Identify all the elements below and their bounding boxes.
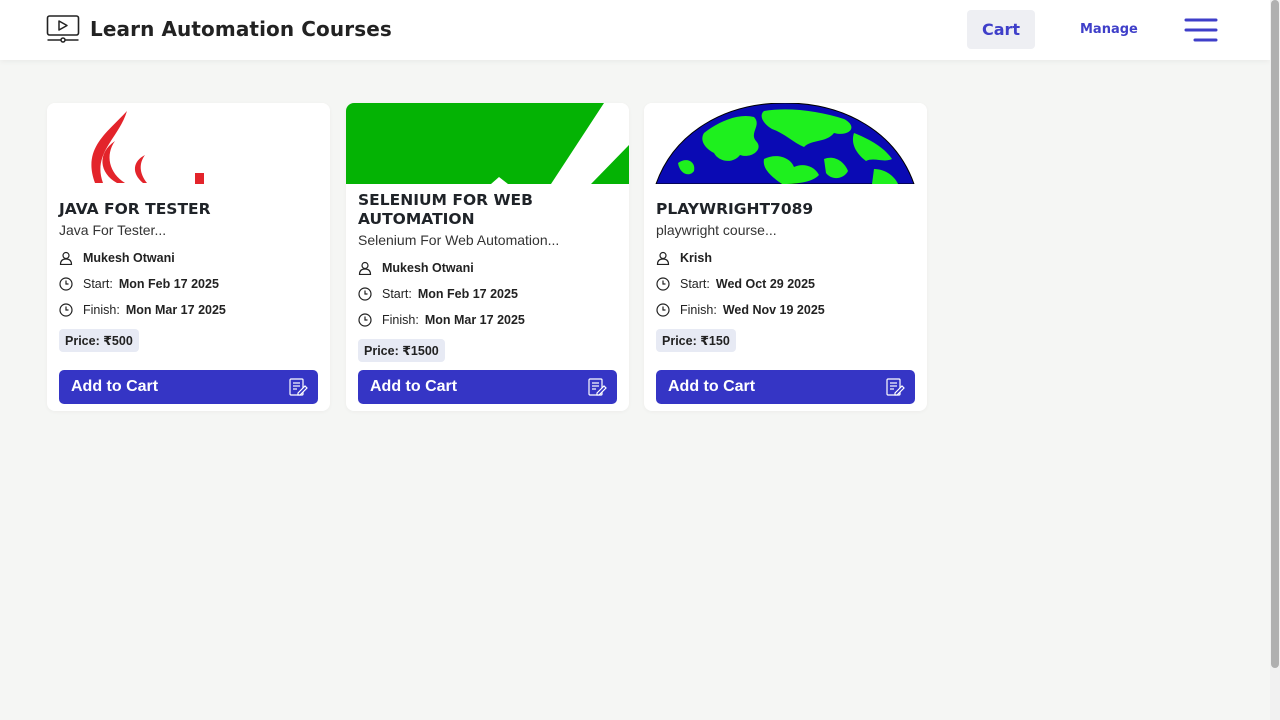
edit-note-icon [588, 378, 607, 396]
start-date: Mon Feb 17 2025 [118, 277, 219, 291]
clock-icon [59, 277, 73, 291]
course-subtitle: Java For Tester... [59, 222, 167, 238]
selenium-logo-image [346, 103, 629, 184]
finish-date: Mon Mar 17 2025 [424, 313, 525, 327]
course-card: PLAYWRIGHT7089 playwright course... Kris… [644, 103, 927, 411]
course-card: SELENIUM FOR WEB AUTOMATION Selenium For… [346, 103, 629, 411]
author-name: Mukesh Otwani [83, 251, 175, 265]
finish-label: Finish: [83, 303, 120, 317]
start-row: Start: Mon Feb 17 2025 [59, 275, 318, 293]
course-subtitle: playwright course... [656, 222, 777, 238]
user-icon [358, 261, 372, 275]
add-to-cart-button[interactable]: Add to Cart [59, 370, 318, 404]
hamburger-menu-icon[interactable] [1183, 16, 1219, 44]
price-badge: Price: ₹500 [59, 329, 139, 352]
finish-row: Finish: Mon Mar 17 2025 [358, 311, 617, 329]
add-to-cart-label: Add to Cart [71, 378, 159, 395]
java-logo-image [47, 103, 330, 184]
author-name: Mukesh Otwani [382, 261, 474, 275]
add-to-cart-label: Add to Cart [668, 378, 756, 395]
author-row: Krish [656, 249, 915, 267]
finish-date: Mon Mar 17 2025 [125, 303, 226, 317]
globe-image [644, 103, 927, 184]
vertical-scrollbar[interactable] [1270, 0, 1280, 720]
edit-note-icon [886, 378, 905, 396]
finish-label: Finish: [382, 313, 419, 327]
start-row: Start: Mon Feb 17 2025 [358, 285, 617, 303]
finish-date: Wed Nov 19 2025 [722, 303, 825, 317]
start-label: Start: [83, 277, 113, 291]
author-row: Mukesh Otwani [59, 249, 318, 267]
finish-label: Finish: [680, 303, 717, 317]
start-date: Wed Oct 29 2025 [715, 277, 816, 291]
start-date: Mon Feb 17 2025 [417, 287, 518, 301]
course-title[interactable]: SELENIUM FOR WEB AUTOMATION [358, 191, 617, 229]
clock-icon [59, 303, 73, 317]
manage-link[interactable]: Manage [1080, 22, 1138, 37]
start-label: Start: [382, 287, 412, 301]
scrollbar-thumb[interactable] [1271, 0, 1279, 668]
add-to-cart-button[interactable]: Add to Cart [656, 370, 915, 404]
price-badge: Price: ₹1500 [358, 339, 445, 362]
brand[interactable]: Learn Automation Courses [46, 14, 392, 44]
add-to-cart-label: Add to Cart [370, 378, 458, 395]
add-to-cart-button[interactable]: Add to Cart [358, 370, 617, 404]
author-row: Mukesh Otwani [358, 259, 617, 277]
top-header: Learn Automation Courses Cart Manage [0, 0, 1270, 60]
course-subtitle: Selenium For Web Automation... [358, 232, 560, 248]
video-screen-icon [46, 15, 80, 43]
edit-note-icon [289, 378, 308, 396]
cart-button[interactable]: Cart [967, 10, 1035, 49]
start-label: Start: [680, 277, 710, 291]
clock-icon [656, 277, 670, 291]
clock-icon [358, 313, 372, 327]
author-name: Krish [680, 251, 712, 265]
course-title[interactable]: PLAYWRIGHT7089 [656, 200, 915, 219]
finish-row: Finish: Wed Nov 19 2025 [656, 301, 915, 319]
user-icon [656, 251, 670, 265]
course-title[interactable]: JAVA FOR TESTER [59, 200, 318, 219]
course-card: JAVA FOR TESTER Java For Tester... Mukes… [47, 103, 330, 411]
start-row: Start: Wed Oct 29 2025 [656, 275, 915, 293]
finish-row: Finish: Mon Mar 17 2025 [59, 301, 318, 319]
page-title: Learn Automation Courses [90, 17, 392, 41]
price-badge: Price: ₹150 [656, 329, 736, 352]
clock-icon [358, 287, 372, 301]
clock-icon [656, 303, 670, 317]
user-icon [59, 251, 73, 265]
